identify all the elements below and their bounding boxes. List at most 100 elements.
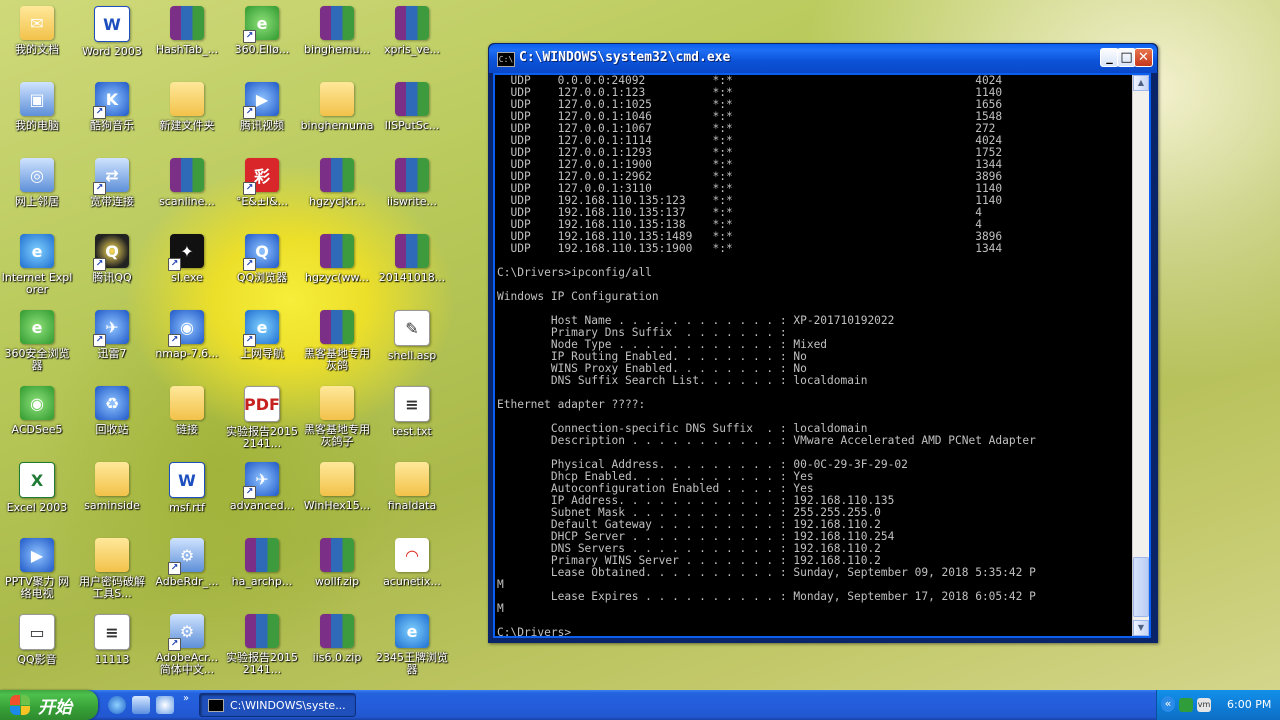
scroll-up-arrow-icon[interactable]: ▲ [1133, 75, 1149, 91]
shell-asp-icon: ✎ [394, 310, 430, 346]
cmd-title-bar[interactable]: C:\ C:\WINDOWS\system32\cmd.exe _ □ ✕ [489, 44, 1157, 73]
desktop-icon-hacker-base-1[interactable]: 黑客基地专用灰鸽 [300, 308, 374, 382]
desktop-icon-hgzycww[interactable]: hgzyc(ww... [300, 232, 374, 306]
iis6-zip-icon [320, 614, 354, 648]
scroll-down-arrow-icon[interactable]: ▼ [1133, 620, 1149, 636]
desktop-icon-network-places[interactable]: ◎ 网上邻居 [0, 156, 74, 230]
desktop-icon-browser-360[interactable]: e360.Ellø... [225, 4, 299, 78]
desktop-icon-label: 宽带连接 [90, 195, 134, 208]
desktop-icon-password-tool[interactable]: 用户密码破解工具S... [75, 536, 149, 610]
desktop-icon-lab-report-pdf[interactable]: PDF 实验报告20152141... [225, 384, 299, 458]
desktop-icon-ha-archp[interactable]: ha_archp... [225, 536, 299, 610]
desktop-icon-finaldata[interactable]: finaldata [375, 460, 449, 534]
desktop-icon-pptv[interactable]: ▶ PPTV聚力 网络电视 [0, 536, 74, 610]
desktop-icon-nmap[interactable]: ◉nmap-7.6... [150, 308, 224, 382]
desktop-icon-test-txt[interactable]: ≡ test.txt [375, 384, 449, 458]
desktop-icon-label: 网上邻居 [15, 195, 59, 208]
desktop-icon-label: AdobeAcr... 简体中文... [155, 651, 219, 676]
desktop-icon-label: hgzycjkr... [309, 195, 365, 208]
desktop-icon-qq-player[interactable]: ▭ QQ影音 [0, 612, 74, 686]
desktop-icon-advanced[interactable]: ✈advanced... [225, 460, 299, 534]
start-button[interactable]: 开始 [0, 690, 98, 720]
desktop-icon-tencent-video[interactable]: ▶腾讯视频 [225, 80, 299, 154]
adobe-acrobat-icon: ⚙ [168, 614, 204, 651]
desktop-icon-scanline[interactable]: scanline... [150, 156, 224, 230]
desktop-icon-saminside[interactable]: saminside [75, 460, 149, 534]
desktop-icon-adobe-acrobat[interactable]: ⚙AdobeAcr... 简体中文... [150, 612, 224, 686]
desktop-icon-file-11113[interactable]: ≡ 11113 [75, 612, 149, 686]
tray-vmware-icon[interactable]: vm [1197, 698, 1211, 712]
vertical-scrollbar[interactable]: ▲ ▼ [1132, 75, 1149, 636]
desktop-icon-excel-2003[interactable]: X Excel 2003 [0, 460, 74, 534]
desktop-icon-sl-exe[interactable]: ✦sl.exe [150, 232, 224, 306]
desktop-icon-xunlei-7[interactable]: ✈迅雷7 [75, 308, 149, 382]
desktop-icon-iiswrite[interactable]: iiswrite... [375, 156, 449, 230]
file-11113-icon: ≡ [94, 614, 130, 650]
desktop-icon-new-folder[interactable]: 新建文件夹 [150, 80, 224, 154]
desktop-icon-iisputsc[interactable]: IISPutSc... [375, 80, 449, 154]
tray-expand-arrow-icon[interactable]: « [1161, 696, 1175, 712]
taskbar-task-label: C:\WINDOWS\syste... [230, 698, 346, 712]
desktop-icon-binghemu-1[interactable]: binghemu... [300, 4, 374, 78]
taskbar-task-cmd[interactable]: C:\WINDOWS\syste... [199, 693, 356, 717]
desktop-icon-secure-browser-360[interactable]: e 360安全浏览器 [0, 308, 74, 382]
cmd-app-icon[interactable]: C:\ [497, 52, 515, 67]
cmd-task-icon [208, 698, 224, 712]
desktop-icon-label: xpris_ve... [383, 43, 441, 56]
desktop-icon-label: iiswrite... [387, 195, 437, 208]
desktop-icon-tencent-qq[interactable]: Q腾讯QQ [75, 232, 149, 306]
desktop-icon-recycle-bin[interactable]: ♻ 回收站 [75, 384, 149, 458]
desktop-icon-links-folder[interactable]: 链接 [150, 384, 224, 458]
desktop-icon-word-2003[interactable]: W Word 2003 [75, 4, 149, 78]
desktop-icon-xpris[interactable]: xpris_ve... [375, 4, 449, 78]
desktop-icon-acunetix[interactable]: ◠ acunetix... [375, 536, 449, 610]
web-nav-icon: e [243, 310, 279, 347]
desktop-icon-label: 20141018... [378, 271, 446, 284]
desktop-icon-label: 回收站 [95, 423, 129, 436]
desktop-icon-label: HashTab_... [155, 43, 219, 56]
desktop-icon-hashtab[interactable]: HashTab_... [150, 4, 224, 78]
cmd-console[interactable]: UDP 0.0.0.0:24092 *:* 4024 UDP 127.0.0.1… [493, 73, 1151, 638]
tencent-qq-icon: Q [93, 234, 129, 271]
desktop-icon-msf-rtf[interactable]: Wmsf.rtf [150, 460, 224, 534]
cmd-window[interactable]: C:\ C:\WINDOWS\system32\cmd.exe _ □ ✕ UD… [488, 43, 1158, 643]
desktop-icon-browser-2345[interactable]: e 2345王牌浏览器 [375, 612, 449, 686]
desktop-icon-hgzycjkr[interactable]: hgzycjkr... [300, 156, 374, 230]
desktop-icon-wollf-zip[interactable]: wollf.zip [300, 536, 374, 610]
tray-play-icon[interactable] [1179, 698, 1193, 712]
desktop-icon-my-computer[interactable]: ▣ 我的电脑 [0, 80, 74, 154]
desktop-icon-acdsee5[interactable]: ◉ ACDSee5 [0, 384, 74, 458]
desktop-icon-label: test.txt [392, 425, 432, 438]
new-folder-icon [170, 82, 204, 116]
desktop-icon-lab-report-rar[interactable]: 实验报告20152141... [225, 612, 299, 686]
desktop-icon-web-nav[interactable]: e上网导航 [225, 308, 299, 382]
desktop-icon-binghemuma[interactable]: binghemuma [300, 80, 374, 154]
taskbar: 开始 » C:\WINDOWS\syste... « vm 6:00 PM [0, 690, 1280, 720]
quicklaunch-explorer-icon[interactable] [132, 696, 150, 714]
desktop-icon-broadband[interactable]: ⇄宽带连接 [75, 156, 149, 230]
desktop-icon-winhex[interactable]: WinHex15... [300, 460, 374, 534]
desktop-icon-hacker-base-2[interactable]: 黑客基地专用灰鸽子 [300, 384, 374, 458]
desktop-icon-shell-asp[interactable]: ✎ shell.asp [375, 308, 449, 382]
desktop-icon-my-documents[interactable]: ✉ 我的文档 [0, 4, 74, 78]
xpris-icon [395, 6, 429, 40]
desktop-icon-label: 实验报告20152141... [226, 651, 298, 676]
desktop-icon-label: AdbeRdr_... [155, 575, 219, 588]
desktop-icon-lottery[interactable]: 彩°E&±l&... [225, 156, 299, 230]
desktop-icon-file-20141018[interactable]: 20141018... [375, 232, 449, 306]
desktop-icon-kugou-music[interactable]: K酷狗音乐 [75, 80, 149, 154]
desktop-icon-label: 11113 [94, 653, 130, 666]
desktop-icon-qq-browser[interactable]: QQQ浏览器 [225, 232, 299, 306]
clock[interactable]: 6:00 PM [1227, 698, 1271, 711]
wollf-zip-icon [320, 538, 354, 572]
desktop-icon-internet-explorer[interactable]: e Internet Explorer [0, 232, 74, 306]
internet-explorer-icon: e [20, 234, 54, 268]
start-label: 开始 [38, 697, 72, 718]
quicklaunch-expand-icon[interactable]: » [183, 693, 189, 704]
quicklaunch-outlook-icon[interactable] [156, 696, 174, 714]
desktop-icon-adberdr[interactable]: ⚙AdbeRdr_... [150, 536, 224, 610]
scrollbar-thumb[interactable] [1133, 557, 1149, 617]
close-button[interactable]: ✕ [1134, 48, 1153, 67]
desktop-icon-iis6-zip[interactable]: iis6.0.zip [300, 612, 374, 686]
quicklaunch-ie-icon[interactable] [108, 696, 126, 714]
